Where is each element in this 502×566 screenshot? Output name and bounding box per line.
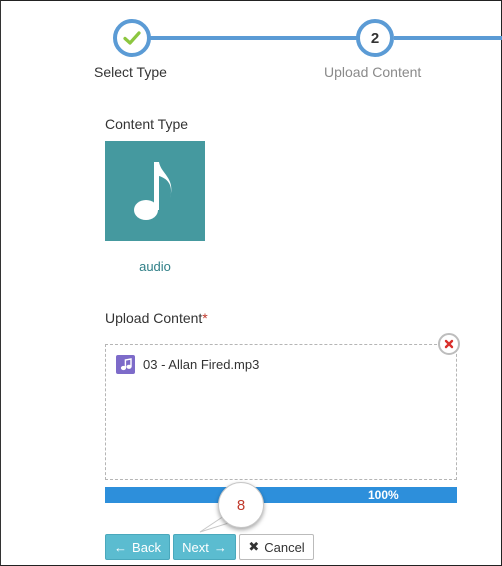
content-type-audio-tile[interactable]	[105, 141, 205, 241]
upload-content-label-text: Upload Content	[105, 310, 203, 326]
content-type-label: Content Type	[105, 116, 189, 132]
check-icon	[123, 31, 141, 45]
annotation-number: 8	[236, 496, 246, 514]
stepper-connector	[150, 36, 358, 40]
step-1-label: Select Type	[94, 64, 167, 80]
close-icon	[444, 339, 454, 349]
progress-text: 100%	[368, 488, 399, 502]
back-button-label: Back	[132, 539, 161, 555]
dialog-frame	[0, 0, 502, 566]
stepper-connector	[394, 36, 502, 40]
upload-dropzone[interactable]: 03 - Allan Fired.mp3	[105, 344, 457, 480]
uploaded-file-name: 03 - Allan Fired.mp3	[143, 357, 260, 372]
back-button[interactable]: ← Back	[105, 534, 170, 560]
close-icon: ✖	[248, 539, 260, 554]
uploaded-file-item: 03 - Allan Fired.mp3	[116, 355, 259, 374]
cancel-button-label: Cancel	[264, 539, 305, 555]
upload-progress-bar: 100%	[105, 487, 457, 503]
arrow-right-icon: →	[213, 539, 227, 555]
content-type-caption[interactable]: audio	[105, 259, 205, 274]
progress-fill	[105, 487, 457, 503]
step-2-label: Upload Content	[324, 64, 422, 80]
cancel-button[interactable]: ✖ Cancel	[239, 534, 314, 560]
step-1-indicator[interactable]	[113, 19, 151, 57]
upload-content-label: Upload Content*	[105, 310, 208, 326]
audio-file-icon	[116, 355, 135, 374]
next-button-label: Next	[182, 539, 209, 555]
step-2-indicator[interactable]: 2	[356, 19, 394, 57]
arrow-left-icon: ←	[114, 539, 128, 555]
next-button[interactable]: Next →	[173, 534, 236, 560]
annotation-callout: 8	[218, 482, 264, 528]
remove-file-button[interactable]	[438, 333, 460, 355]
step-2-number: 2	[370, 29, 380, 47]
required-mark: *	[202, 310, 208, 326]
music-note-icon	[134, 162, 172, 220]
